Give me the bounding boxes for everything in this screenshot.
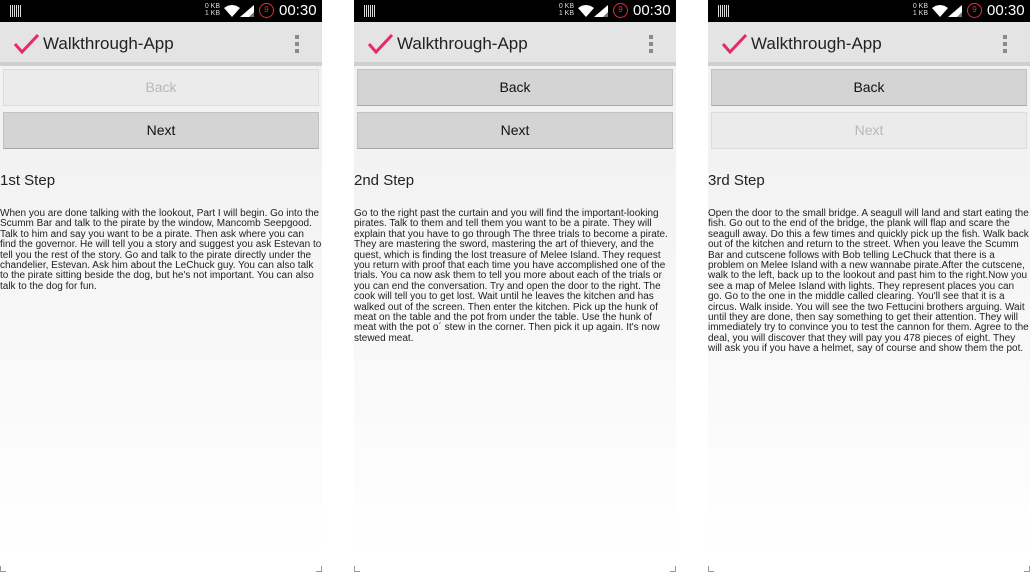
status-clock: 00:30 bbox=[987, 2, 1025, 19]
notification-icon bbox=[718, 5, 729, 17]
app-title: Walkthrough-App bbox=[43, 34, 174, 53]
notification-count-badge: 9 bbox=[967, 3, 982, 18]
status-bar: 0 KB 1 KB 9 00:30 bbox=[354, 0, 676, 22]
back-button[interactable]: Back bbox=[357, 69, 673, 106]
network-speed: 0 KB 1 KB bbox=[552, 3, 574, 17]
action-bar: Walkthrough-App bbox=[708, 22, 1030, 66]
corner-mark bbox=[0, 566, 6, 572]
app-check-icon bbox=[13, 33, 40, 55]
overflow-menu-icon[interactable] bbox=[294, 35, 300, 55]
notification-count-badge: 9 bbox=[259, 3, 274, 18]
phone-screen-step-3: 0 KB 1 KB 9 00:30 Walkthrough-App Back Ne… bbox=[708, 0, 1030, 572]
app-title: Walkthrough-App bbox=[751, 34, 882, 53]
wifi-icon bbox=[224, 5, 240, 17]
corner-mark bbox=[670, 566, 676, 572]
netspeed-up: 0 KB bbox=[204, 3, 220, 10]
signal-icon bbox=[948, 5, 962, 17]
step-title: 1st Step bbox=[0, 172, 56, 189]
status-bar: 0 KB 1 KB 9 00:30 bbox=[708, 0, 1030, 22]
overflow-menu-icon[interactable] bbox=[648, 35, 654, 55]
netspeed-up: 0 KB bbox=[912, 3, 928, 10]
network-speed: 0 KB 1 KB bbox=[198, 3, 220, 17]
netspeed-up: 0 KB bbox=[558, 3, 574, 10]
next-button[interactable]: Next bbox=[711, 112, 1027, 149]
status-clock: 00:30 bbox=[279, 2, 317, 19]
next-button[interactable]: Next bbox=[3, 112, 319, 149]
next-button[interactable]: Next bbox=[357, 112, 673, 149]
netspeed-down: 1 KB bbox=[558, 10, 574, 17]
back-button[interactable]: Back bbox=[3, 69, 319, 106]
netspeed-down: 1 KB bbox=[912, 10, 928, 17]
notification-count-badge: 9 bbox=[613, 3, 628, 18]
wifi-icon bbox=[578, 5, 594, 17]
corner-mark bbox=[708, 566, 714, 572]
action-bar: Walkthrough-App bbox=[0, 22, 322, 66]
app-check-icon bbox=[367, 33, 394, 55]
netspeed-down: 1 KB bbox=[204, 10, 220, 17]
signal-icon bbox=[240, 5, 254, 17]
status-bar: 0 KB 1 KB 9 00:30 bbox=[0, 0, 322, 22]
phone-screen-step-1: 0 KB 1 KB 9 00:30 Walkthrough-App Back Ne… bbox=[0, 0, 322, 572]
signal-icon bbox=[594, 5, 608, 17]
notification-icon bbox=[364, 5, 375, 17]
step-title: 2nd Step bbox=[354, 172, 415, 189]
step-text: Go to the right past the curtain and you… bbox=[354, 208, 668, 344]
phone-screen-step-2: 0 KB 1 KB 9 00:30 Walkthrough-App Back Ne… bbox=[354, 0, 676, 572]
wifi-icon bbox=[932, 5, 948, 17]
app-check-icon bbox=[721, 33, 748, 55]
step-text: When you are done talking with the looko… bbox=[0, 208, 322, 292]
back-button[interactable]: Back bbox=[711, 69, 1027, 106]
step-text: Open the door to the small bridge. A sea… bbox=[708, 208, 1029, 355]
overflow-menu-icon[interactable] bbox=[1002, 35, 1008, 55]
step-title: 3rd Step bbox=[708, 172, 765, 189]
app-title: Walkthrough-App bbox=[397, 34, 528, 53]
corner-mark bbox=[316, 566, 322, 572]
action-bar: Walkthrough-App bbox=[354, 22, 676, 66]
notification-icon bbox=[10, 5, 21, 17]
status-clock: 00:30 bbox=[633, 2, 671, 19]
corner-mark bbox=[1024, 566, 1030, 572]
network-speed: 0 KB 1 KB bbox=[906, 3, 928, 17]
corner-mark bbox=[354, 566, 360, 572]
